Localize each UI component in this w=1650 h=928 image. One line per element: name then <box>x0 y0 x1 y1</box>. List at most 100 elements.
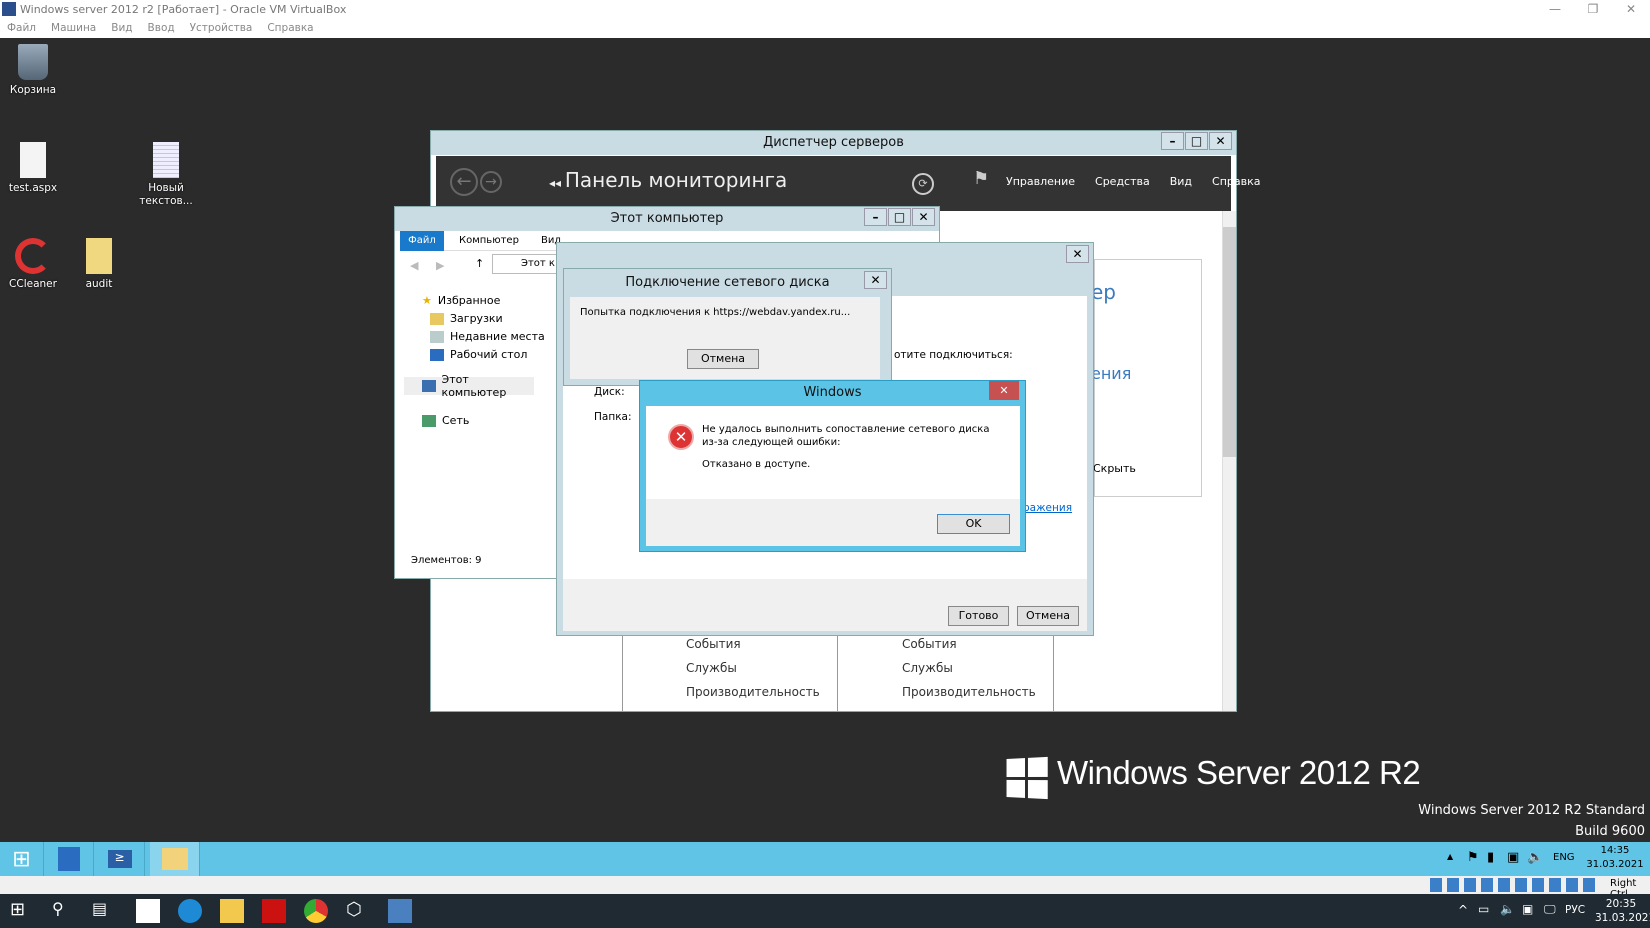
cancel-button[interactable]: Отмена <box>1017 606 1079 626</box>
minimize-button[interactable]: — <box>1536 0 1574 19</box>
notification-icon[interactable]: ▣ <box>1522 902 1533 916</box>
network-icon <box>422 414 436 427</box>
acrobat-icon[interactable] <box>262 899 286 923</box>
cancel-button[interactable]: Отмена <box>687 349 759 369</box>
desktop-icon-ccleaner[interactable]: CCleaner <box>0 238 68 291</box>
refresh-icon[interactable]: ⟳ <box>912 173 934 195</box>
error-dialog: Windows ✕ ✕ Не удалось выполнить сопоста… <box>639 380 1026 552</box>
tile-link[interactable]: События <box>902 637 957 651</box>
desktop-icon-test-aspx[interactable]: test.aspx <box>0 142 68 195</box>
desktop-icon-audit[interactable]: audit <box>64 238 134 291</box>
nav-this-pc[interactable]: Этот компьютер <box>404 373 534 399</box>
tab-file[interactable]: Файл <box>400 231 444 251</box>
menu-help[interactable]: Справка <box>267 19 313 38</box>
close-button[interactable]: ✕ <box>989 381 1019 400</box>
vm-window-icon[interactable] <box>388 899 412 923</box>
done-button[interactable]: Готово <box>948 606 1009 626</box>
tile-link[interactable]: Службы <box>686 661 737 675</box>
nav-favorites[interactable]: ★ Избранное <box>422 294 500 307</box>
nav-network[interactable]: Сеть <box>422 414 469 427</box>
scrollbar[interactable] <box>1222 211 1236 711</box>
menu-devices[interactable]: Устройства <box>190 19 253 38</box>
tile-link[interactable]: События <box>686 637 741 651</box>
battery-icon[interactable]: ▭ <box>1478 902 1489 916</box>
close-button[interactable]: ✕ <box>912 208 935 226</box>
powershell-icon: ≥ <box>107 850 132 868</box>
desktop-icon-recycle-bin[interactable]: Корзина <box>0 44 68 97</box>
taskbar-powershell[interactable]: ≥ <box>95 842 145 876</box>
windows-start-icon[interactable]: ⊞ <box>10 899 34 923</box>
network-icon[interactable]: ▣ <box>1507 850 1519 865</box>
menu-view[interactable]: Вид <box>1170 175 1192 188</box>
menu-tools[interactable]: Средства <box>1095 175 1150 188</box>
minimize-button[interactable]: – <box>1161 132 1184 150</box>
maximize-button[interactable]: □ <box>1185 132 1208 150</box>
language-indicator[interactable]: РУС <box>1565 904 1585 916</box>
close-button[interactable]: ✕ <box>1209 132 1232 150</box>
clock[interactable]: 14:35 31.03.2021 <box>1585 844 1645 872</box>
power-icon[interactable]: ▮ <box>1487 850 1494 865</box>
maximize-button[interactable]: □ <box>888 208 911 226</box>
ok-button[interactable]: OK <box>937 514 1010 534</box>
show-hidden-icons[interactable]: ▲ <box>1447 852 1453 861</box>
menu-input[interactable]: Ввод <box>148 19 175 38</box>
desktop-icon-new-text[interactable]: Новый текстов... <box>131 142 201 208</box>
tile-link[interactable]: Службы <box>902 661 953 675</box>
task-view-icon[interactable]: ▤ <box>92 899 116 923</box>
flag-icon[interactable]: ⚑ <box>1467 850 1479 865</box>
up-icon[interactable]: ↑ <box>475 257 484 270</box>
close-button[interactable]: ✕ <box>864 271 887 289</box>
close-button[interactable]: ✕ <box>1612 0 1650 19</box>
network-icon[interactable]: 🖵 <box>1544 902 1556 917</box>
scrollbar-thumb[interactable] <box>1223 227 1236 457</box>
branding-logo-text: Windows Server 2012 R2 <box>1057 754 1421 791</box>
forward-icon[interactable]: → <box>480 171 502 193</box>
virtualbox-icon[interactable]: ⬡ <box>346 899 370 923</box>
taskbar-explorer[interactable] <box>150 842 200 876</box>
volume-muted-icon[interactable]: 🔈 <box>1527 850 1543 865</box>
show-hidden-icons[interactable]: ^ <box>1458 903 1468 917</box>
address-bar[interactable]: Этот к <box>492 254 562 274</box>
device-status-icons[interactable] <box>1430 878 1600 892</box>
menu-manage[interactable]: Управление <box>1006 175 1075 188</box>
restore-button[interactable]: ❐ <box>1574 0 1612 19</box>
tile-link[interactable]: Производительность <box>902 685 1036 699</box>
flag-icon[interactable]: ⚑ <box>973 168 989 189</box>
edge-icon[interactable] <box>178 899 202 923</box>
clock[interactable]: 20:35 31.03.2021 <box>1595 897 1650 925</box>
minimize-button[interactable]: – <box>864 208 887 226</box>
status-bar: Элементов: 9 <box>411 555 482 566</box>
start-button[interactable]: ⊞ <box>0 842 44 876</box>
nav-desktop[interactable]: Рабочий стол <box>430 348 527 361</box>
tab-computer[interactable]: Компьютер <box>459 235 519 246</box>
store-icon[interactable] <box>136 899 160 923</box>
virtualbox-status-bar: Right Ctrl <box>0 876 1650 900</box>
tile-link[interactable]: Производительность <box>686 685 820 699</box>
volume-icon[interactable]: 🔈 <box>1500 902 1515 916</box>
recent-places-icon <box>430 330 444 343</box>
close-button[interactable]: ✕ <box>1066 245 1089 263</box>
error-icon: ✕ <box>668 424 694 450</box>
search-icon[interactable]: ⚲ <box>52 899 76 923</box>
file-explorer-icon[interactable] <box>220 899 244 923</box>
language-indicator[interactable]: ENG <box>1553 852 1575 863</box>
welcome-tile: ер ения Скрыть <box>1091 259 1202 497</box>
menu-file[interactable]: Файл <box>7 19 36 38</box>
icon-label: Корзина <box>9 84 57 96</box>
vm-screen[interactable]: Корзина test.aspx Новый текстов... CClea… <box>0 38 1650 876</box>
server-manager-title: Диспетчер серверов <box>431 131 1236 155</box>
hide-link[interactable]: Скрыть <box>1093 462 1136 475</box>
menu-machine[interactable]: Машина <box>51 19 96 38</box>
back-icon[interactable]: ← <box>450 168 478 196</box>
explorer-title: Этот компьютер <box>395 207 939 231</box>
computer-icon <box>422 380 436 392</box>
forward-icon[interactable]: ▶ <box>436 259 444 272</box>
menu-help[interactable]: Справка <box>1212 175 1260 188</box>
menu-view[interactable]: Вид <box>111 19 132 38</box>
nav-downloads[interactable]: Загрузки <box>430 312 503 325</box>
nav-recent[interactable]: Недавние места <box>430 330 545 343</box>
back-icon[interactable]: ◀ <box>410 259 418 272</box>
link[interactable]: ражения <box>1023 502 1072 514</box>
chrome-icon[interactable] <box>304 899 328 923</box>
taskbar-server-manager[interactable] <box>44 842 94 876</box>
